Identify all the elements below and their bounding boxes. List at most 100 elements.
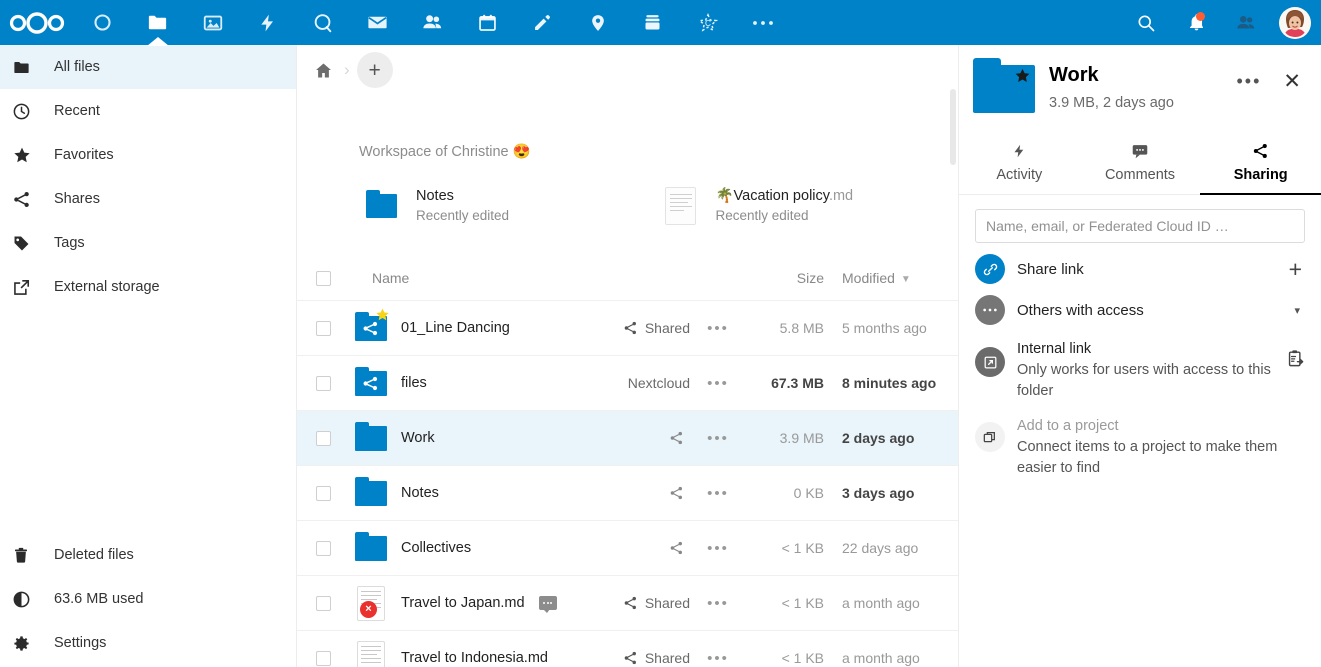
notifications-bell-icon[interactable] (1171, 0, 1221, 45)
file-size: < 1 KB (746, 540, 838, 556)
sidebar-item-quota[interactable]: 63.6 MB used (0, 577, 296, 621)
chevron-down-icon[interactable]: ▾ (1294, 304, 1305, 317)
search-icon[interactable] (1121, 0, 1171, 45)
app-icon-photos[interactable] (185, 0, 240, 45)
row-checkbox[interactable] (297, 541, 349, 556)
add-share-link-button[interactable]: + (1289, 258, 1305, 281)
sidebar-item-label: Settings (54, 635, 106, 651)
app-icon-contacts[interactable] (405, 0, 460, 45)
app-icon-files[interactable] (130, 0, 185, 45)
row-checkbox[interactable] (297, 596, 349, 611)
table-row[interactable]: Notes ••• 0 KB 3 days ago (297, 466, 958, 521)
details-menu-button[interactable]: ••• (1230, 67, 1267, 96)
share-button[interactable] (572, 541, 690, 555)
row-actions-button[interactable]: ••• (690, 375, 746, 392)
clipboard-copy-icon[interactable] (1286, 349, 1305, 371)
table-row[interactable]: × Travel to Japan.md Shared ••• < 1 KB a… (297, 576, 958, 631)
table-row[interactable]: 01_Line Dancing Shared ••• 5.8 MB 5 mont… (297, 301, 958, 356)
row-checkbox[interactable] (297, 486, 349, 501)
contacts-menu-icon[interactable] (1221, 0, 1271, 45)
sidebar-item-favorites[interactable]: Favorites (0, 133, 296, 177)
share-recipient-input[interactable] (975, 209, 1305, 243)
table-row[interactable]: Work ••• 3.9 MB 2 days ago (297, 411, 958, 466)
user-avatar[interactable] (1279, 7, 1311, 39)
row-actions-button[interactable]: ••• (690, 430, 746, 447)
tab-sharing[interactable]: Sharing (1200, 133, 1321, 195)
column-header-modified[interactable]: Modified▼ (838, 270, 958, 286)
others-with-access-row[interactable]: Others with access ▾ (975, 295, 1305, 325)
file-size: 5.8 MB (746, 320, 838, 336)
trash-icon (12, 546, 44, 565)
new-file-button[interactable]: + (357, 52, 393, 88)
sidebar-item-tags[interactable]: Tags (0, 221, 296, 265)
share-button[interactable] (572, 431, 690, 445)
external-link-icon (975, 347, 1005, 377)
row-actions-button[interactable]: ••• (690, 595, 746, 612)
row-actions-button[interactable]: ••• (690, 650, 746, 667)
tab-activity[interactable]: Activity (959, 133, 1080, 195)
app-icon-activity[interactable] (240, 0, 295, 45)
row-checkbox[interactable] (297, 321, 349, 336)
app-icon-notes[interactable] (515, 0, 570, 45)
file-modified: 8 minutes ago (838, 375, 958, 391)
app-icon-talk[interactable] (295, 0, 350, 45)
file-name: Collectives (401, 540, 471, 556)
row-actions-button[interactable]: ••• (690, 485, 746, 502)
sidebar-item-recent[interactable]: Recent (0, 89, 296, 133)
sidebar-item-deleted-files[interactable]: Deleted files (0, 533, 296, 577)
row-checkbox[interactable] (297, 651, 349, 666)
document-thumbnail-icon: × (349, 586, 393, 621)
recommended-item[interactable]: 🌴Vacation policy.md Recently edited (659, 186, 959, 226)
app-icon-more[interactable] (735, 0, 790, 45)
app-icon-dashboard[interactable] (75, 0, 130, 45)
internal-link-row[interactable]: Internal link Only works for users with … (975, 339, 1305, 402)
app-icon-mail[interactable] (350, 0, 405, 45)
share-link-row[interactable]: Share link + (975, 254, 1305, 284)
sidebar-item-all-files[interactable]: All files (0, 45, 296, 89)
recommended-item-text: 🌴Vacation policy.md Recently edited (716, 186, 854, 226)
header-right-controls (1121, 0, 1321, 45)
share-status[interactable]: Shared (572, 650, 690, 666)
tab-comments[interactable]: Comments (1080, 133, 1201, 195)
file-size: 0 KB (746, 485, 838, 501)
share-button[interactable] (572, 486, 690, 500)
app-icon-deck[interactable] (625, 0, 680, 45)
close-icon[interactable]: ✕ (1277, 69, 1307, 94)
error-badge-icon: × (360, 601, 377, 618)
app-icon-cospend[interactable]: C (680, 0, 735, 45)
sidebar-item-settings[interactable]: Settings (0, 621, 296, 665)
row-actions-button[interactable]: ••• (690, 540, 746, 557)
table-row[interactable]: files Nextcloud ••• 67.3 MB 8 minutes ag… (297, 356, 958, 411)
star-icon (12, 145, 44, 165)
details-title-block: Work 3.9 MB, 2 days ago (1049, 63, 1230, 111)
row-actions-button[interactable]: ••• (690, 320, 746, 337)
add-to-project-row[interactable]: Add to a project Connect items to a proj… (975, 416, 1305, 479)
file-list-scrollbar[interactable] (950, 89, 956, 165)
recommended-item-sub: Recently edited (416, 207, 509, 226)
sidebar-item-label: External storage (54, 279, 160, 295)
app-icon-calendar[interactable] (460, 0, 515, 45)
column-header-name[interactable]: Name (349, 270, 572, 286)
select-all-checkbox[interactable] (297, 271, 349, 286)
column-header-size[interactable]: Size (746, 270, 838, 286)
share-icon (623, 321, 638, 335)
table-row[interactable]: Collectives ••• < 1 KB 22 days ago (297, 521, 958, 576)
nextcloud-logo[interactable] (0, 12, 75, 34)
row-checkbox[interactable] (297, 431, 349, 446)
row-checkbox[interactable] (297, 376, 349, 391)
app-icon-maps[interactable] (570, 0, 625, 45)
share-icon (669, 541, 684, 555)
file-modified: 5 months ago (838, 320, 958, 336)
home-icon[interactable] (309, 48, 337, 92)
folder-icon (349, 426, 393, 451)
recommended-item[interactable]: Notes Recently edited (359, 186, 659, 226)
sidebar-item-shares[interactable]: Shares (0, 177, 296, 221)
clock-icon (12, 102, 44, 121)
share-status[interactable]: Nextcloud (572, 375, 690, 391)
share-status[interactable]: Shared (572, 595, 690, 611)
sidebar-item-external-storage[interactable]: External storage (0, 265, 296, 309)
file-modified: 3 days ago (838, 485, 958, 501)
share-status[interactable]: Shared (572, 320, 690, 336)
table-row[interactable]: Travel to Indonesia.md Shared ••• < 1 KB… (297, 631, 958, 667)
comment-icon[interactable] (539, 596, 557, 610)
